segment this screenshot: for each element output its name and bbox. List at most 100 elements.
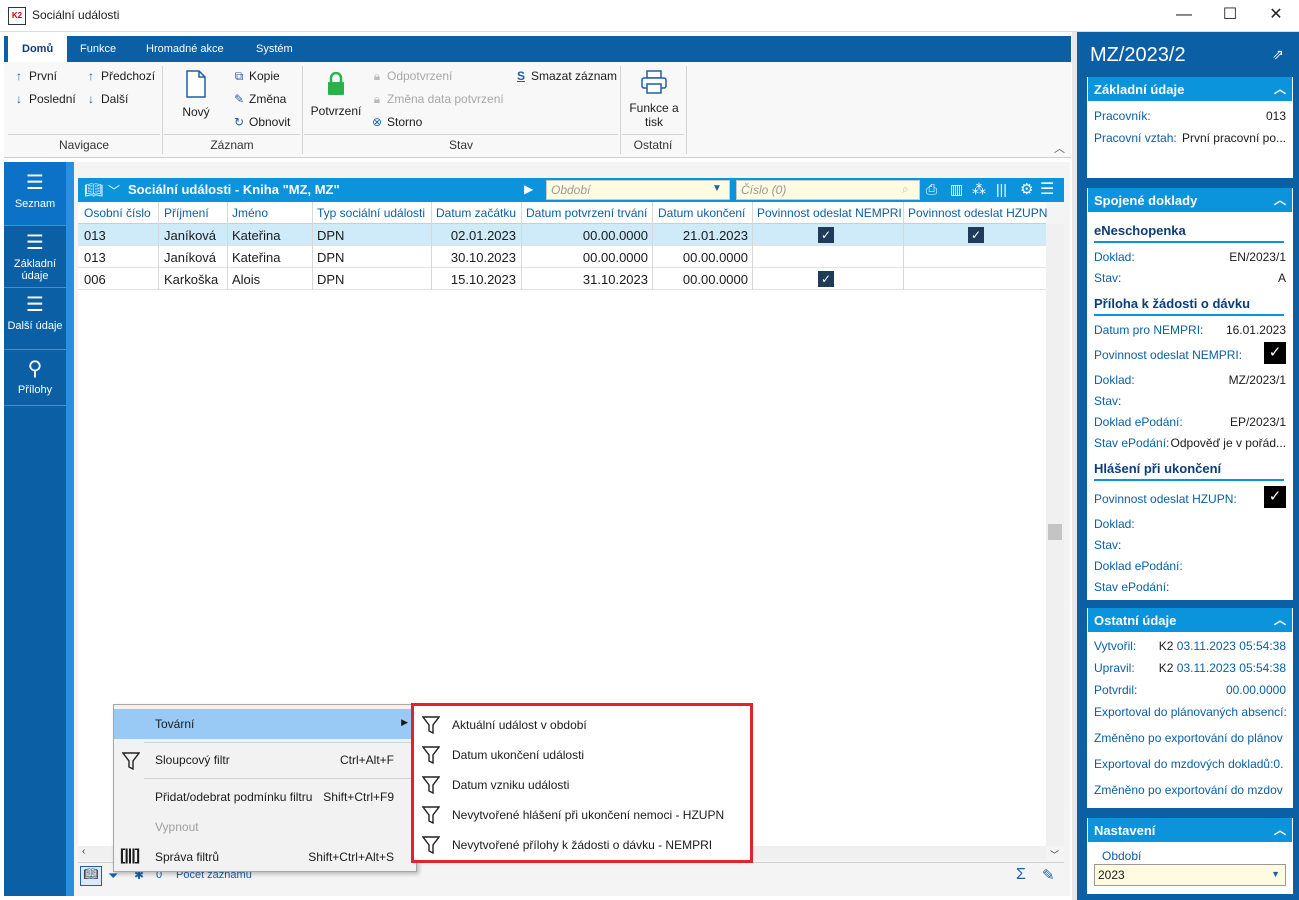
dropdown-icon[interactable]: ▼ (712, 183, 722, 194)
hamburger-icon[interactable]: ☰ (1040, 179, 1054, 199)
filter-icon (422, 746, 440, 765)
table-row[interactable]: 013 Janíková Kateřina DPN 02.01.2023 00.… (78, 224, 1046, 246)
minimize-button[interactable]: — (1161, 0, 1207, 32)
menu-item-add-remove-condition[interactable]: Přidat/odebrat podmínku filtru Shift+Ctrl… (114, 782, 416, 812)
section-other-data[interactable]: Ostatní údaje ︿ (1088, 608, 1292, 632)
section-linked-documents[interactable]: Spojené doklady ︿ (1088, 188, 1292, 212)
section-settings[interactable]: Nastavení ︿ (1088, 818, 1292, 842)
col-event-type[interactable]: Typ sociální události (317, 206, 425, 220)
submenu-item-end-date[interactable]: Datum ukončení události (414, 740, 750, 770)
section-basic-data[interactable]: Základní údaje ︿ (1088, 77, 1292, 101)
nempri-checkbox[interactable]: ✓ (1264, 342, 1286, 364)
tab-system[interactable]: Systém (242, 36, 307, 62)
nempri-checkbox[interactable]: ✓ (818, 271, 834, 287)
arrow-up-icon: ↑ (88, 69, 94, 83)
factory-filters-submenu: Aktuální událost v období Datum ukončení… (411, 703, 753, 863)
period-select[interactable]: 2023 ▼ (1094, 864, 1286, 886)
splitter[interactable] (1072, 32, 1077, 900)
menu-item-column-filter[interactable]: Sloupcový filtr Ctrl+Alt+F (114, 745, 416, 775)
chevron-right-icon: ▶ (401, 717, 408, 727)
pencil-icon[interactable]: ✎ (1042, 866, 1055, 884)
nempri-checkbox[interactable]: ✓ (818, 227, 834, 243)
tab-functions[interactable]: Funkce (66, 36, 130, 62)
book-icon[interactable]: 📖︎ (84, 181, 103, 199)
col-name[interactable]: Jméno (232, 206, 268, 220)
group-label-state: Stav (448, 138, 473, 152)
copy-button[interactable]: ⧉ Kopie (232, 69, 280, 84)
new-button[interactable]: Nový (178, 70, 214, 119)
nav-item-list[interactable]: ☰ Seznam (4, 162, 66, 226)
gear-icon[interactable]: ⚙ (1020, 180, 1033, 198)
change-button[interactable]: ✎ Změna (232, 92, 286, 106)
chart-icon[interactable]: ▥ (950, 181, 963, 198)
menu-item-factory[interactable]: Tovární ▶ (114, 709, 416, 739)
submenu-item-nempri[interactable]: Nevytvořené přílohy k žádosti o dávku - … (414, 830, 750, 860)
play-icon[interactable]: ▶ (524, 182, 533, 196)
tab-home[interactable]: Domů (8, 36, 68, 62)
change-confirm-date-button[interactable]: 🔒︎ Změna data potvrzení (370, 92, 504, 107)
unconfirm-button[interactable]: 🔒︎ Odpotvrzení (370, 69, 453, 84)
submenu-item-origin-date[interactable]: Datum vzniku události (414, 770, 750, 800)
ribbon-tabs: Domů Funkce Hromadné akce Systém (4, 36, 1071, 62)
cancel-circle-icon: ⊗ (371, 115, 383, 129)
book-icon[interactable]: 📖︎ (80, 866, 102, 886)
pencil-icon: ✎ (233, 92, 245, 106)
collapse-ribbon-icon[interactable]: ︿ (1054, 140, 1065, 156)
functions-print-button[interactable]: Funkce a tisk (626, 70, 682, 129)
filter-icon (422, 716, 440, 735)
nav-item-attachments[interactable]: ⚲ Přílohy (4, 350, 66, 406)
previous-button[interactable]: ↑ Předchozí (84, 69, 155, 83)
last-button[interactable]: ↓ Poslední (12, 92, 76, 106)
nav-item-other-data[interactable]: ☰ Další údaje (4, 288, 66, 350)
grid-header: 📖︎ ﹀ Sociální události - Kniha "MZ, MZ" … (78, 178, 1064, 202)
col-personal-number[interactable]: Osobní číslo (84, 206, 151, 220)
filter-context-menu: Tovární ▶ Sloupcový filtr Ctrl+Alt+F Přida… (113, 704, 417, 872)
printer-icon[interactable]: ⎙ (926, 181, 937, 198)
scroll-down-icon[interactable]: ﹀ (1050, 848, 1059, 861)
tab-bulk-actions[interactable]: Hromadné akce (132, 36, 238, 62)
close-button[interactable]: ✕ (1253, 0, 1299, 32)
submenu-item-current-event[interactable]: Aktuální událost v období (414, 710, 750, 740)
period-input[interactable]: Období (546, 180, 730, 200)
arrow-down-icon: ↓ (88, 92, 94, 106)
popout-icon[interactable]: ⇗ (1272, 46, 1284, 63)
search-icon[interactable]: ⌕ (902, 182, 909, 197)
refresh-icon: ↻ (233, 115, 245, 129)
first-button[interactable]: ↑ První (12, 69, 57, 83)
sum-icon[interactable]: Σ (1016, 866, 1026, 884)
nav-item-basic-data[interactable]: ☰ Základní údaje (4, 226, 66, 288)
storno-button[interactable]: ⊗ Storno (370, 115, 422, 129)
col-hzupn[interactable]: Povinnost odeslat HZUPN (908, 206, 1047, 220)
list-icon: ☰ (26, 172, 44, 194)
col-end-date[interactable]: Datum ukončení (658, 206, 745, 220)
col-confirm-date[interactable]: Datum potvrzení trvání (526, 206, 647, 220)
lock-icon (328, 71, 344, 95)
col-surname[interactable]: Příjmení (164, 206, 209, 220)
hzupn-checkbox[interactable]: ✓ (1264, 486, 1286, 508)
lock-icon: 🔒︎ (373, 92, 381, 106)
refresh-button[interactable]: ↻ Obnovit (232, 115, 290, 129)
table-row[interactable]: 013 Janíková Kateřina DPN 30.10.2023 00.… (78, 246, 1046, 268)
columns-icon[interactable]: ||| (996, 181, 1007, 197)
copy-icon: ⧉ (234, 69, 244, 83)
col-nempri[interactable]: Povinnost odeslat NEMPRI (757, 206, 902, 220)
filter-icon (422, 806, 440, 825)
record-title: MZ/2023/2 (1090, 44, 1186, 66)
scroll-left-icon[interactable]: ‹ (82, 846, 85, 857)
delete-record-button[interactable]: S Smazat záznam (514, 69, 617, 83)
table-row[interactable]: 006 Karkoška Alois DPN 15.10.2023 31.10.… (78, 268, 1046, 290)
scrollbar-thumb[interactable] (1048, 524, 1062, 540)
maximize-button[interactable]: ☐ (1207, 0, 1253, 32)
tree-icon[interactable]: ⁂ (972, 181, 986, 198)
submenu-item-hzupn[interactable]: Nevytvořené hlášení při ukončení nemoci … (414, 800, 750, 830)
menu-item-disable[interactable]: Vypnout (114, 812, 416, 842)
confirm-button[interactable]: Potvrzení (308, 71, 364, 118)
menu-item-filter-management[interactable]: [|||] Správa filtrů Shift+Ctrl+Alt+S (114, 842, 416, 872)
col-start-date[interactable]: Datum začátku (436, 206, 516, 220)
list-icon: ☰ (26, 232, 44, 254)
hzupn-checkbox[interactable]: ✓ (968, 227, 984, 243)
chevron-down-icon[interactable]: ﹀ (108, 182, 120, 199)
next-button[interactable]: ↓ Další (84, 92, 128, 106)
delete-icon: S (516, 69, 525, 83)
number-input[interactable]: Číslo (0) (736, 180, 920, 200)
